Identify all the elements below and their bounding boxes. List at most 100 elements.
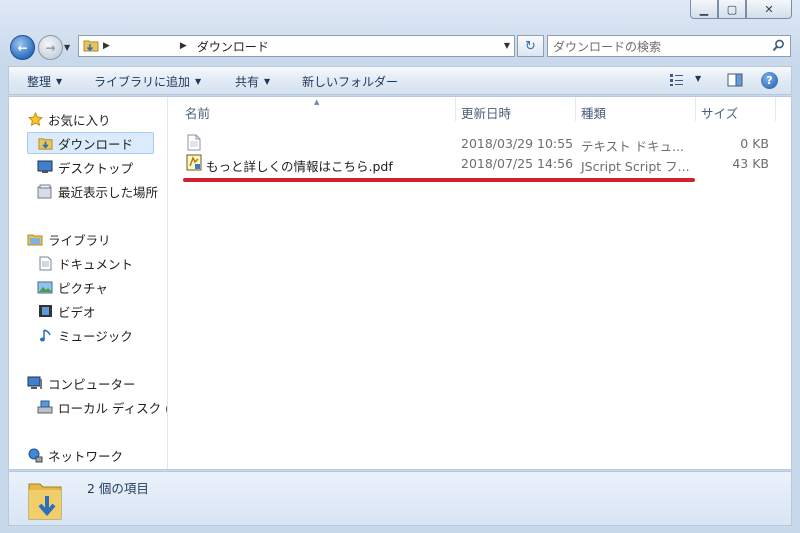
- address-dropdown-icon[interactable]: ▼: [504, 41, 510, 50]
- organize-label: 整理: [27, 74, 52, 89]
- file-row[interactable]: 2018/03/29 10:55 テキスト ドキュ... 0 KB: [169, 133, 769, 154]
- script-file-icon: [186, 154, 202, 174]
- view-dropdown-icon[interactable]: ▼: [695, 74, 701, 83]
- nav-computer-label: コンピューター: [48, 376, 136, 392]
- nav-item-label: ビデオ: [58, 304, 96, 320]
- column-divider[interactable]: [575, 97, 576, 121]
- nav-item-label: ローカル ディスク (: [58, 400, 168, 416]
- recent-places-icon: [37, 183, 53, 199]
- network-icon: [27, 447, 43, 463]
- nav-network-label: ネットワーク: [48, 448, 124, 464]
- search-input[interactable]: [551, 38, 765, 56]
- desktop-icon: [37, 159, 53, 175]
- column-divider[interactable]: [455, 97, 456, 121]
- music-note-icon: [37, 327, 53, 343]
- breadcrumb-separator-icon[interactable]: ▶: [180, 41, 187, 51]
- chevron-down-icon: ▼: [264, 76, 271, 86]
- file-list: ▲ 名前 更新日時 種類 サイズ 2018/03/29 10:55 テキスト ド…: [169, 97, 791, 469]
- nav-computer[interactable]: コンピューター: [27, 372, 136, 394]
- view-options-icon[interactable]: [669, 73, 685, 90]
- nav-item-downloads[interactable]: ダウンロード: [27, 132, 154, 154]
- details-pane: 2 個の項目: [8, 471, 792, 526]
- file-type: JScript Script フ...: [581, 159, 690, 174]
- back-button[interactable]: ←: [10, 35, 35, 60]
- navigation-pane: お気に入り ダウンロード デスクトップ 最近表示した場所 ライブラリ ドキュメン…: [9, 97, 168, 469]
- nav-item-desktop[interactable]: デスクトップ: [37, 156, 133, 178]
- share-label: 共有: [235, 74, 260, 89]
- history-dropdown-icon[interactable]: ▼: [64, 43, 70, 52]
- minimize-button[interactable]: ▁: [690, 0, 718, 19]
- search-icon[interactable]: [772, 39, 785, 55]
- address-bar[interactable]: ▶ ▶ ダウンロード ▼: [78, 35, 515, 57]
- chevron-down-icon: ▼: [56, 76, 63, 86]
- command-bar: 整理 ▼ ライブラリに追加 ▼ 共有 ▼ 新しいフォルダー ▼ ?: [8, 66, 792, 95]
- refresh-icon: ↻: [525, 38, 536, 54]
- forward-arrow-icon: →: [45, 40, 56, 55]
- nav-libraries[interactable]: ライブラリ: [27, 228, 111, 250]
- file-modified: 2018/07/25 14:56: [461, 156, 574, 171]
- close-icon: ✕: [764, 2, 774, 16]
- nav-favorites[interactable]: お気に入り: [27, 108, 111, 130]
- downloads-folder-icon: [37, 135, 53, 151]
- nav-libraries-label: ライブラリ: [48, 232, 111, 248]
- back-arrow-icon: ←: [17, 40, 28, 55]
- new-folder-button[interactable]: 新しいフォルダー: [302, 72, 398, 90]
- document-icon: [37, 255, 53, 271]
- folder-icon: [83, 38, 99, 55]
- nav-item-label: 最近表示した場所: [58, 184, 159, 200]
- nav-item-label: デスクトップ: [58, 160, 134, 176]
- column-divider[interactable]: [695, 97, 696, 121]
- nav-network[interactable]: ネットワーク: [27, 444, 123, 466]
- explorer-window: ▁ ▢ ✕ ← → ▼ ▶ ▶ ダウンロード ▼ ↻ 整理 ▼ ライブラリに追加 ▼…: [0, 0, 800, 533]
- nav-favorites-label: お気に入り: [48, 112, 111, 128]
- item-count: 2 個の項目: [87, 481, 149, 496]
- star-icon: [27, 111, 43, 127]
- add-to-library-label: ライブラリに追加: [94, 74, 191, 89]
- close-button[interactable]: ✕: [746, 0, 792, 19]
- nav-item-label: ドキュメント: [58, 256, 134, 272]
- downloads-folder-large-icon: [26, 476, 64, 525]
- nav-item-recent-places[interactable]: 最近表示した場所: [37, 180, 158, 202]
- column-divider[interactable]: [775, 97, 776, 121]
- share-button[interactable]: 共有 ▼: [235, 72, 270, 90]
- nav-item-pictures[interactable]: ピクチャ: [37, 276, 108, 298]
- chevron-down-icon: ▼: [195, 76, 202, 86]
- column-header-name[interactable]: 名前: [185, 103, 210, 122]
- file-size: 43 KB: [732, 156, 769, 171]
- nav-item-label: ミュージック: [58, 328, 133, 344]
- maximize-icon: ▢: [726, 2, 738, 16]
- pictures-icon: [37, 279, 53, 295]
- organize-button[interactable]: 整理 ▼: [27, 72, 62, 90]
- nav-item-videos[interactable]: ビデオ: [37, 300, 96, 322]
- breadcrumb-downloads[interactable]: ダウンロード: [197, 38, 269, 55]
- add-to-library-button[interactable]: ライブラリに追加 ▼: [94, 72, 201, 90]
- forward-button[interactable]: →: [38, 35, 63, 60]
- text-file-icon: [187, 134, 201, 154]
- library-icon: [27, 231, 43, 247]
- video-icon: [37, 303, 53, 319]
- sort-ascending-icon: ▲: [314, 98, 320, 106]
- minimize-icon: ▁: [699, 2, 709, 16]
- breadcrumb-separator-icon[interactable]: ▶: [103, 41, 110, 51]
- file-row[interactable]: もっと詳しくの情報はこちら.pdf 2018/07/25 14:56 JScri…: [169, 153, 769, 174]
- column-header-size[interactable]: サイズ: [701, 103, 738, 122]
- maximize-button[interactable]: ▢: [718, 0, 746, 19]
- search-box[interactable]: [547, 35, 791, 57]
- refresh-button[interactable]: ↻: [517, 35, 544, 57]
- nav-item-label: ダウンロード: [58, 136, 134, 152]
- column-header-type[interactable]: 種類: [581, 103, 606, 122]
- background-window-text: [0, 0, 690, 30]
- file-name: もっと詳しくの情報はこちら.pdf: [206, 159, 393, 174]
- nav-item-local-disk[interactable]: ローカル ディスク (: [37, 396, 168, 418]
- new-folder-label: 新しいフォルダー: [302, 74, 399, 89]
- red-underline-annotation: [183, 178, 695, 182]
- computer-icon: [27, 375, 43, 391]
- preview-pane-icon[interactable]: [727, 73, 743, 90]
- nav-item-label: ピクチャ: [58, 280, 108, 296]
- content-area: お気に入り ダウンロード デスクトップ 最近表示した場所 ライブラリ ドキュメン…: [8, 96, 792, 470]
- nav-item-music[interactable]: ミュージック: [37, 324, 133, 346]
- column-header-modified[interactable]: 更新日時: [461, 103, 511, 122]
- help-icon[interactable]: ?: [761, 72, 778, 89]
- local-disk-icon: [37, 399, 53, 415]
- nav-item-documents[interactable]: ドキュメント: [37, 252, 133, 274]
